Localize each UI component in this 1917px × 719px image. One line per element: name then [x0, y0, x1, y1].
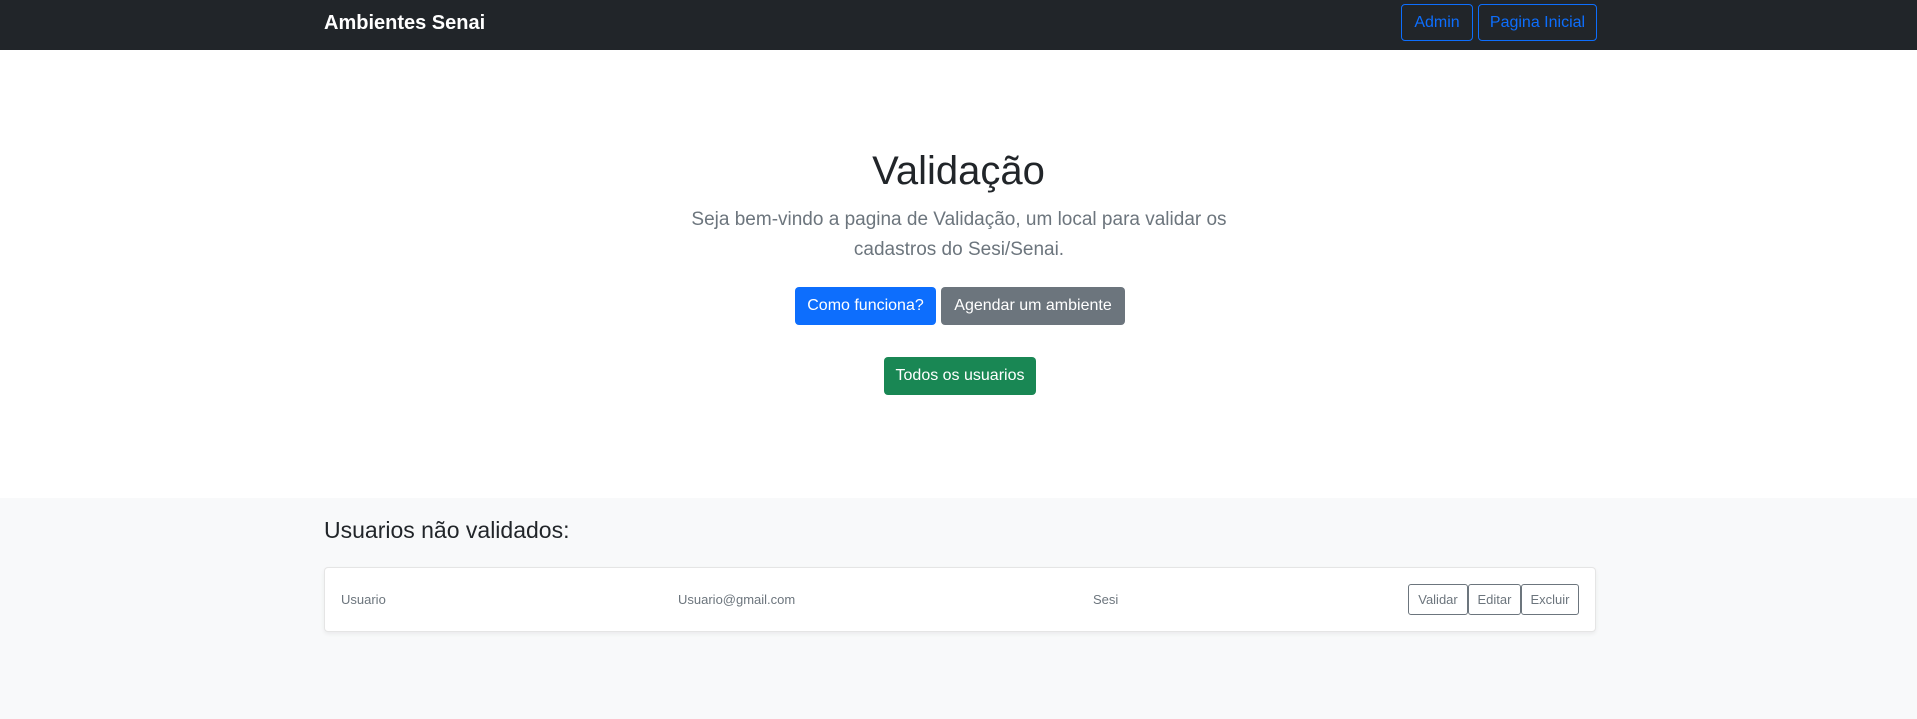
user-name: Usuario	[341, 592, 386, 607]
edit-button[interactable]: Editar	[1468, 584, 1521, 615]
all-users-button[interactable]: Todos os usuarios	[884, 357, 1036, 395]
admin-button[interactable]: Admin	[1401, 4, 1473, 41]
brand-title[interactable]: Ambientes Senai	[324, 11, 485, 35]
how-it-works-button[interactable]: Como funciona?	[795, 287, 936, 325]
page-title: Validação	[872, 149, 1045, 193]
pending-users-heading: Usuarios não validados:	[324, 517, 570, 543]
home-page-button[interactable]: Pagina Inicial	[1478, 4, 1597, 41]
top-navbar: Ambientes Senai Admin Pagina Inicial	[0, 0, 1917, 50]
user-organization: Sesi	[1093, 592, 1119, 607]
user-email: Usuario@gmail.com	[678, 592, 796, 607]
delete-button[interactable]: Excluir	[1521, 584, 1579, 615]
list-item	[324, 567, 1596, 632]
page-lead-text: Seja bem-vindo a pagina de Validação, um…	[691, 209, 1227, 260]
schedule-environment-button[interactable]: Agendar um ambiente	[941, 287, 1125, 325]
validate-button[interactable]: Validar	[1408, 584, 1468, 615]
